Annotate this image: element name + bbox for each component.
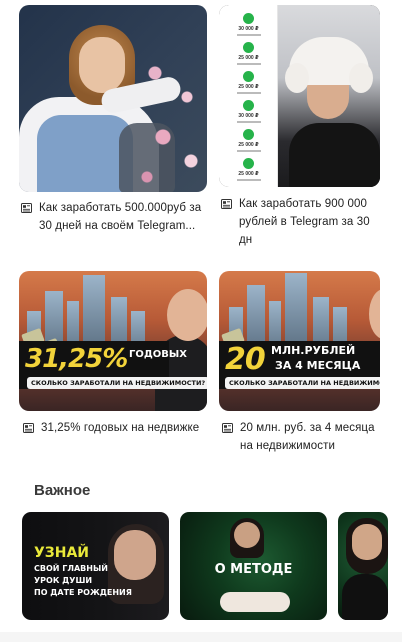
thumb-shape [131,41,207,192]
amount: 25 000 ₽ [238,171,259,177]
amount: 30 000 ₽ [238,113,259,119]
banner-headline: 31,25% [25,344,128,374]
banner-pill: СКОЛЬКО ЗАРАБОТАЛИ НА НЕДВИЖИМОСТИ? [225,377,380,389]
check-icon [243,129,254,140]
article-icon [23,423,34,433]
banner-subheadline: ЗА 4 МЕСЯЦА [275,359,361,372]
card-caption[interactable]: Как заработать 900 000 рублей в Telegram… [221,195,381,249]
list-item: 30 000 ₽ [219,13,278,36]
card-caption-text: 20 млн. руб. за 4 месяца на недвижимости [240,422,375,452]
card-caption-text: Как заработать 900 000 рублей в Telegram… [239,198,370,246]
list-item: 25 000 ₽ [219,158,278,181]
promo-shape [234,522,260,548]
thumb-shape [349,63,373,93]
check-icon [243,100,254,111]
amount: 25 000 ₽ [238,142,259,148]
section-title: Важное [34,482,91,499]
list-item: 25 000 ₽ [219,129,278,152]
card-caption[interactable]: Как заработать 500.000руб за 30 дней на … [21,199,207,235]
promo-shape [352,524,382,560]
promo-card-1[interactable]: УЗНАЙ СВОЙ ГЛАВНЫЙ УРОК ДУШИ ПО ДАТЕ РОЖ… [22,512,169,620]
thumb-shape [79,37,125,93]
promo-shape [342,574,388,620]
promo-line: ПО ДАТЕ РОЖДЕНИЯ [34,588,132,597]
card-thumbnail[interactable]: 20 МЛН.РУБЛЕЙ ЗА 4 МЕСЯЦА СКОЛЬКО ЗАРАБО… [219,271,380,411]
card-thumbnail[interactable] [19,5,207,192]
card-caption-text: 31,25% годовых на недвижке [41,422,200,434]
list-item: 30 000 ₽ [219,100,278,123]
card-caption[interactable]: 20 млн. руб. за 4 месяца на недвижимости [222,419,387,455]
banner-subheadline: МЛН.РУБЛЕЙ [271,344,356,357]
card-thumbnail[interactable]: 30 000 ₽ 25 000 ₽ 25 000 ₽ 30 000 ₽ 25 0… [219,5,380,187]
list-item: 25 000 ₽ [219,71,278,94]
card-caption[interactable]: 31,25% годовых на недвижке [23,419,209,437]
banner-headline: 20 [225,342,266,377]
list-item: 25 000 ₽ [219,42,278,65]
article-icon [21,203,32,213]
thumb-shape [289,123,380,187]
check-icon [243,71,254,82]
article-icon [222,423,233,433]
promo-headline: УЗНАЙ [34,545,90,561]
check-icon [243,158,254,169]
banner-pill: СКОЛЬКО ЗАРАБОТАЛИ НА НЕДВИЖИМОСТИ? [27,377,207,389]
amount: 25 000 ₽ [238,55,259,61]
article-icon [221,199,232,209]
check-icon [243,42,254,53]
bottom-edge [0,632,402,642]
promo-shape [114,530,156,580]
promo-shape [220,592,290,612]
earnings-list: 30 000 ₽ 25 000 ₽ 25 000 ₽ 30 000 ₽ 25 0… [219,5,278,187]
banner-subheadline: ГОДОВЫХ [129,349,187,360]
promo-line: СВОЙ ГЛАВНЫЙ [34,564,108,573]
card-caption-text: Как заработать 500.000руб за 30 дней на … [39,202,202,232]
card-thumbnail[interactable]: 31,25% ГОДОВЫХ СКОЛЬКО ЗАРАБОТАЛИ НА НЕД… [19,271,207,411]
amount: 25 000 ₽ [238,84,259,90]
promo-line: УРОК ДУШИ [34,576,93,585]
amount: 30 000 ₽ [238,26,259,32]
promo-card-3[interactable] [338,512,388,620]
promo-title: О МЕТОДЕ [214,562,293,577]
thumb-shape [285,63,309,93]
check-icon [243,13,254,24]
video-feed: Как заработать 500.000руб за 30 дней на … [0,0,402,642]
promo-card-2[interactable]: О МЕТОДЕ [180,512,327,620]
